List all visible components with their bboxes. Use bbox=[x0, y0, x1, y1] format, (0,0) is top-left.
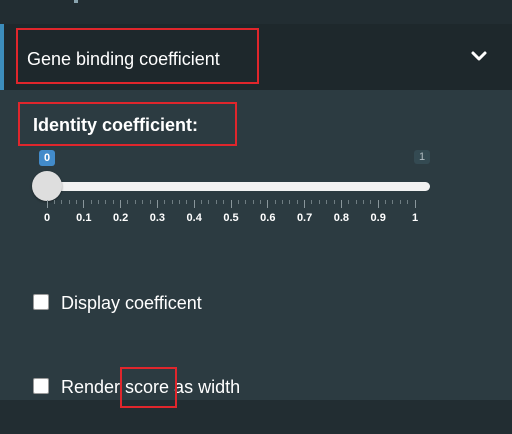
chevron-down-icon[interactable] bbox=[470, 49, 488, 63]
slider-tick-label: 0.4 bbox=[186, 212, 202, 224]
section-header[interactable]: Gene binding coefficient bbox=[0, 24, 512, 90]
identity-coefficient-label: Identity coefficient: bbox=[33, 115, 199, 135]
slider-minor-tick bbox=[178, 200, 180, 204]
slider-tick-label: 0.2 bbox=[112, 212, 129, 224]
display-coefficent-checkbox[interactable] bbox=[33, 294, 49, 310]
slider-minor-tick bbox=[407, 200, 409, 204]
slider-tick-label: 1 bbox=[411, 212, 419, 224]
slider-tick-label: 0.3 bbox=[149, 212, 166, 224]
slider-minor-tick bbox=[399, 200, 401, 204]
slider-tick-mark bbox=[340, 200, 342, 208]
slider-minor-tick bbox=[171, 200, 173, 204]
slider-minor-tick bbox=[296, 200, 298, 204]
slider-tick-mark bbox=[377, 200, 379, 208]
sidebar-panel: Gene binding coefficient Identity coeffi… bbox=[0, 0, 512, 434]
display-coefficent-label[interactable]: Display coefficent bbox=[61, 292, 202, 314]
panel-bottom-strip bbox=[0, 400, 512, 434]
slider-handle[interactable] bbox=[32, 171, 62, 201]
slider-minor-tick bbox=[311, 200, 313, 204]
slider-tick-mark bbox=[120, 200, 122, 208]
slider-tick-mark bbox=[83, 200, 85, 208]
section-title: Gene binding coefficient bbox=[27, 49, 220, 69]
slider-tick-label: 0.5 bbox=[223, 212, 239, 224]
slider-minor-tick bbox=[385, 200, 387, 204]
section-accent-bar bbox=[0, 24, 4, 90]
slider-minor-tick bbox=[186, 200, 188, 204]
slider-minor-tick bbox=[75, 200, 77, 204]
slider-minor-tick bbox=[237, 200, 239, 204]
slider-minor-tick bbox=[252, 200, 254, 204]
slider-minor-tick bbox=[61, 200, 63, 204]
slider-minor-tick bbox=[274, 200, 276, 204]
slider-tick-mark bbox=[46, 200, 48, 208]
slider-minor-tick bbox=[149, 200, 151, 204]
slider-tick-mark bbox=[304, 200, 306, 208]
previous-section-strip bbox=[0, 0, 512, 24]
slider-tick-label: 0.9 bbox=[370, 212, 386, 224]
previous-section-fragment bbox=[74, 0, 78, 3]
slider-minor-tick bbox=[333, 200, 335, 204]
slider-minor-tick bbox=[127, 200, 129, 204]
slider-tick-mark bbox=[156, 200, 158, 208]
slider-minor-tick bbox=[370, 200, 372, 204]
slider-minor-tick bbox=[282, 200, 284, 204]
slider-minor-tick bbox=[326, 200, 328, 204]
slider-minor-tick bbox=[105, 200, 107, 204]
slider-tick-mark bbox=[193, 200, 195, 208]
slider-ticks: 0 0.1 0.2 0.3 0.4 0.5 0.6 0.7 0.8 0.9 1 bbox=[0, 198, 512, 228]
slider-minor-tick bbox=[134, 200, 136, 204]
slider-minor-tick bbox=[362, 200, 364, 204]
slider-tick-mark bbox=[230, 200, 232, 208]
slider-minor-tick bbox=[355, 200, 357, 204]
slider-minor-tick bbox=[201, 200, 203, 204]
slider-minor-tick bbox=[348, 200, 350, 204]
slider-tick-label: 0.6 bbox=[260, 212, 276, 224]
slider-tick-mark bbox=[414, 200, 416, 208]
slider-minor-tick bbox=[318, 200, 320, 204]
slider-minor-tick bbox=[208, 200, 210, 204]
slider-minor-tick bbox=[245, 200, 247, 204]
render-score-label[interactable]: Render score as width bbox=[61, 376, 240, 398]
slider-minor-tick bbox=[164, 200, 166, 204]
slider-tick-label: 0.1 bbox=[76, 212, 92, 224]
render-score-checkbox[interactable] bbox=[33, 378, 49, 394]
slider-minor-tick bbox=[392, 200, 394, 204]
slider-tick-label: 0.7 bbox=[296, 212, 313, 224]
slider-minor-tick bbox=[53, 200, 55, 204]
slider-minor-tick bbox=[215, 200, 217, 204]
slider-tick-label: 0.8 bbox=[333, 212, 350, 224]
slider-minor-tick bbox=[90, 200, 92, 204]
slider-minor-tick bbox=[289, 200, 291, 204]
slider-minor-tick bbox=[223, 200, 225, 204]
slider-minor-tick bbox=[98, 200, 100, 204]
slider-track[interactable] bbox=[44, 182, 430, 191]
slider-tick-label: 0 bbox=[43, 212, 51, 224]
slider-tick-mark bbox=[267, 200, 269, 208]
slider-minor-tick bbox=[68, 200, 70, 204]
slider-value-bubble: 0 bbox=[39, 150, 55, 166]
slider-minor-tick bbox=[259, 200, 261, 204]
slider-minor-tick bbox=[112, 200, 114, 204]
slider-minor-tick bbox=[142, 200, 144, 204]
slider-max-bubble: 1 bbox=[414, 150, 430, 164]
